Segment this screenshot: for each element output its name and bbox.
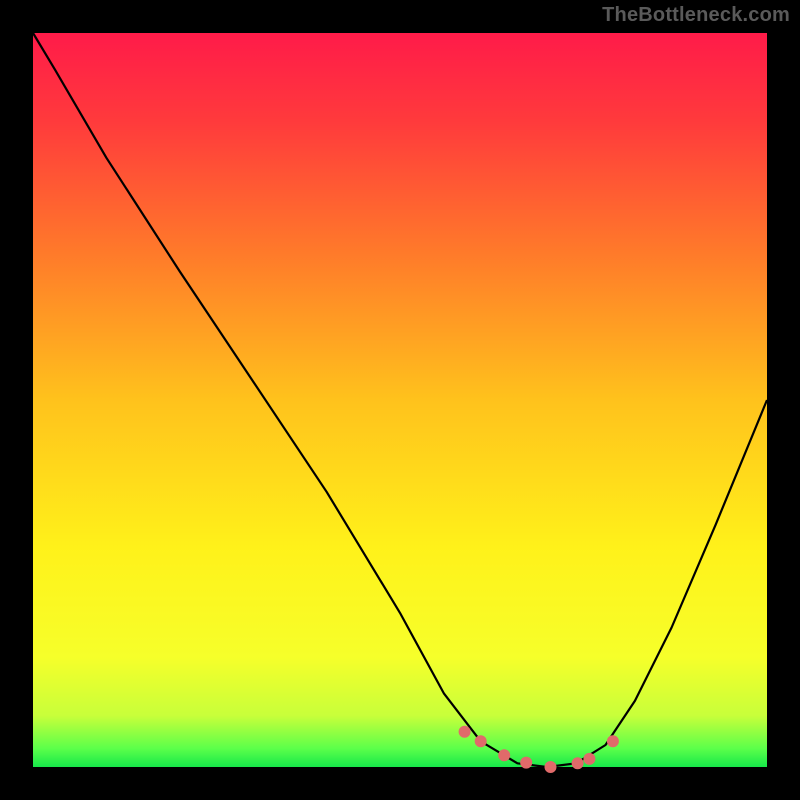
marker-dot — [583, 753, 595, 765]
marker-dot — [475, 735, 487, 747]
marker-dot — [459, 726, 471, 738]
marker-dot — [607, 735, 619, 747]
chart-frame: { "watermark": "TheBottleneck.com", "plo… — [0, 0, 800, 800]
watermark-text: TheBottleneck.com — [602, 4, 790, 27]
marker-dot — [545, 761, 557, 773]
marker-dot — [520, 757, 532, 769]
marker-dot — [498, 749, 510, 761]
marker-dot — [572, 757, 584, 769]
bottleneck-chart — [0, 0, 800, 800]
